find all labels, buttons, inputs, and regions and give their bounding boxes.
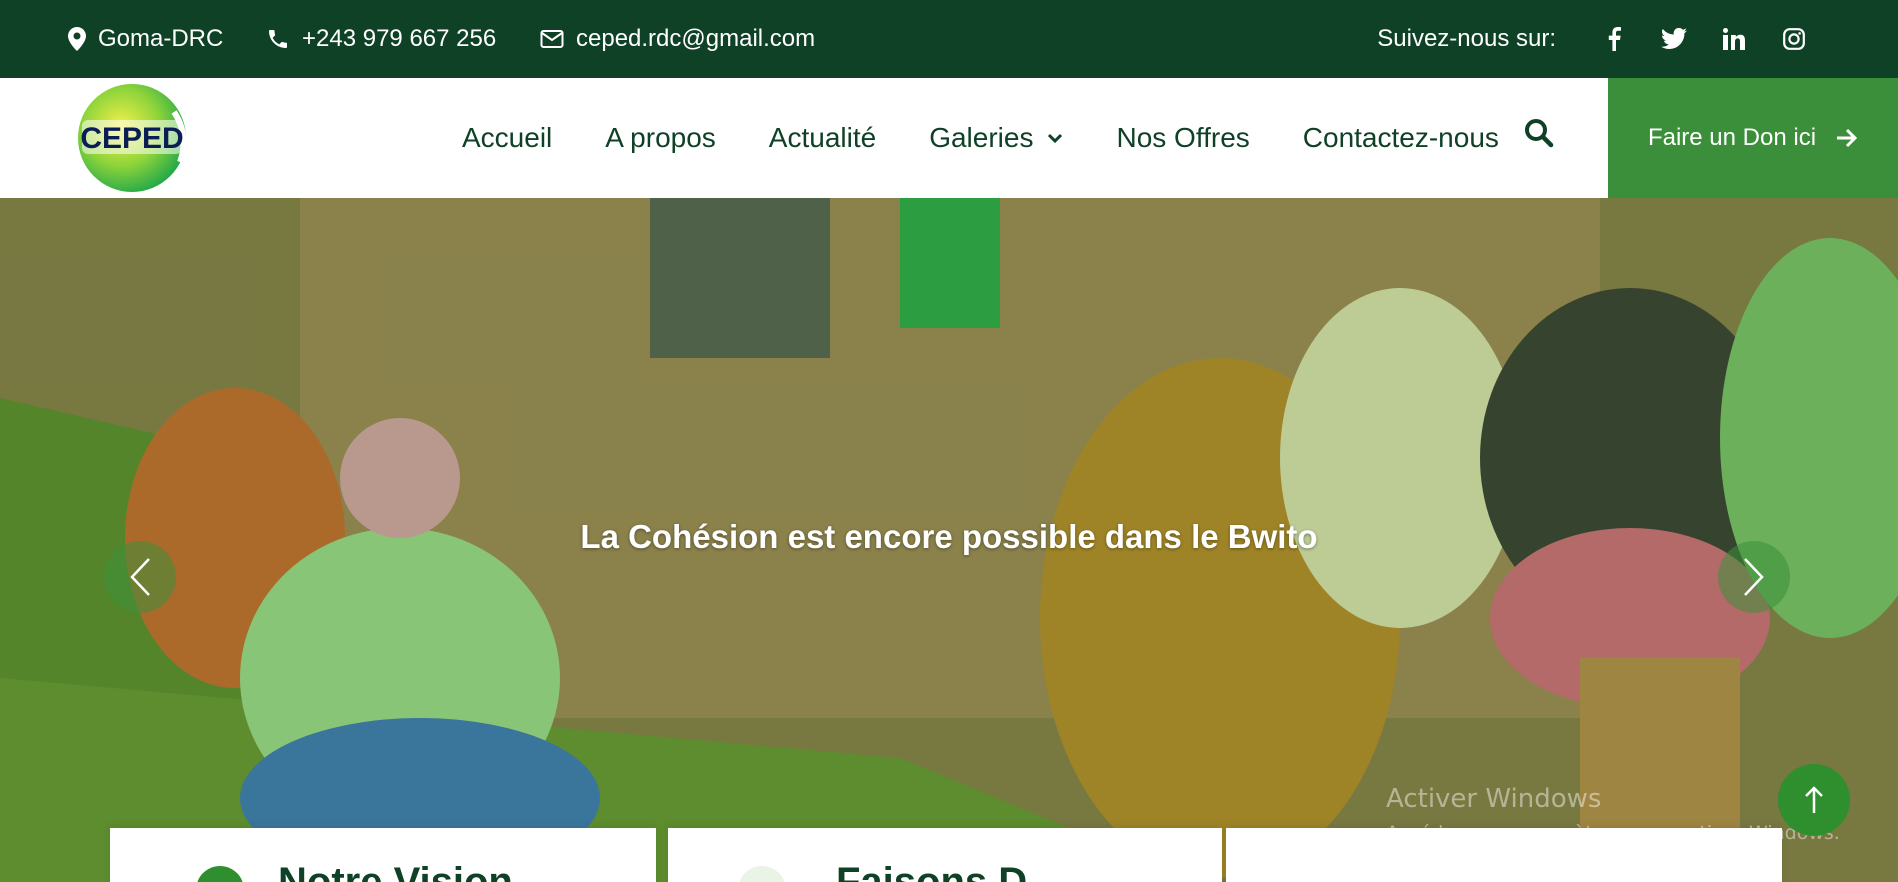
vision-icon [196, 866, 244, 882]
back-to-top-button[interactable] [1778, 764, 1850, 836]
donate-label: Faire un Don ici [1647, 124, 1817, 151]
slider-next-button[interactable] [1718, 541, 1790, 613]
nav-item-a-propos[interactable]: A propos [605, 122, 716, 154]
watermark-line1: Activer Windows [1386, 784, 1602, 814]
hero-slider: La Cohésion est encore possible dans le … [0, 198, 1898, 882]
main-navbar: CEPED Accueil A propos Actualité Galerie… [0, 78, 1898, 198]
phone-icon [269, 30, 287, 48]
arrow-right-icon [1837, 128, 1858, 148]
nav-item-galeries[interactable]: Galeries [929, 122, 1063, 154]
location-text: Goma-DRC [98, 25, 224, 52]
slider-prev-button[interactable] [104, 541, 176, 613]
facebook-icon[interactable] [1590, 15, 1638, 63]
hero-title: La Cohésion est encore possible dans le … [580, 518, 1318, 555]
map-pin-icon [68, 27, 86, 51]
watermark-line2: Accédez aux paramètres pour activer Wind… [1386, 822, 1840, 844]
social-links: Suivez-nous sur: [1377, 0, 1818, 78]
nav-item-nos-offres[interactable]: Nos Offres [1116, 122, 1249, 154]
follow-label: Suivez-nous sur: [1377, 25, 1556, 52]
phone-text[interactable]: +243 979 667 256 [302, 25, 496, 53]
ceped-logo[interactable]: CEPED [74, 82, 190, 194]
logo-text: CEPED [80, 122, 183, 155]
nav-item-galeries-label: Galeries [929, 122, 1034, 153]
nav-item-actualite[interactable]: Actualité [769, 122, 876, 154]
linkedin-icon[interactable] [1710, 15, 1758, 63]
vision-card-title: Notre Vision [278, 860, 513, 882]
donation-icon [738, 866, 786, 882]
envelope-icon [540, 30, 564, 48]
top-bar: Goma-DRC +243 979 667 256 ceped.rdc@gmai… [0, 0, 1898, 78]
donation-card-title: Faisons D [836, 860, 1028, 882]
chevron-left-icon [130, 558, 150, 596]
donate-button[interactable]: Faire un Don ici [1608, 78, 1898, 198]
arrow-up-icon [1805, 786, 1823, 813]
instagram-icon[interactable] [1770, 15, 1818, 63]
windows-activation-watermark: Activer Windows Accédez aux paramètres p… [1386, 784, 1840, 844]
twitter-icon[interactable] [1650, 15, 1698, 63]
search-icon[interactable] [1524, 118, 1558, 152]
nav-item-contactez-nous[interactable]: Contactez-nous [1303, 122, 1499, 154]
email-info[interactable]: ceped.rdc@gmail.com [540, 0, 815, 78]
phone-info[interactable]: +243 979 667 256 [266, 0, 496, 78]
location-info: Goma-DRC [68, 0, 223, 78]
vision-card: Notre Vision [110, 828, 656, 882]
chevron-right-icon [1744, 558, 1764, 596]
primary-nav: Accueil A propos Actualité Galeries Nos … [462, 78, 1552, 198]
nav-item-accueil[interactable]: Accueil [462, 122, 552, 154]
chevron-down-icon [1048, 133, 1063, 144]
email-text[interactable]: ceped.rdc@gmail.com [576, 25, 815, 53]
donation-card: Faisons D [668, 828, 1222, 882]
